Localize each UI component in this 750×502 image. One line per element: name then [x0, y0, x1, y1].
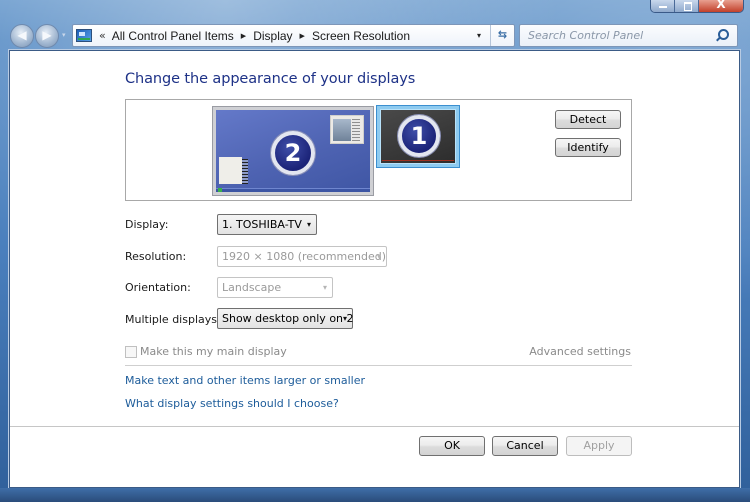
start-button-thumbnail	[218, 188, 222, 192]
close-button[interactable]: X	[699, 0, 743, 12]
chevron-down-icon: ▾	[342, 314, 347, 323]
display-settings-help-link[interactable]: What display settings should I choose?	[125, 397, 339, 410]
maximize-button[interactable]	[675, 0, 699, 12]
chevron-down-icon: ▾	[322, 283, 327, 292]
address-bar[interactable]: « All Control Panel Items ▶ Display ▶ Sc…	[72, 24, 515, 47]
start-menu-thumbnail	[219, 157, 248, 184]
back-arrow-icon: ◀	[17, 28, 27, 42]
window-bottom-border	[0, 488, 750, 502]
content-pane: Change the appearance of your displays 2…	[9, 50, 740, 488]
detect-button[interactable]: Detect	[555, 110, 621, 129]
resolution-select[interactable]: 1920 × 1080 (recommended) ▾	[217, 246, 387, 267]
identify-button[interactable]: Identify	[555, 138, 621, 157]
text-size-link[interactable]: Make text and other items larger or smal…	[125, 374, 365, 387]
search-icon[interactable]	[713, 27, 731, 45]
chevron-down-icon: ▾	[376, 252, 381, 261]
display-select[interactable]: 1. TOSHIBA-TV ▾	[217, 214, 317, 235]
search-box	[519, 24, 738, 47]
advanced-settings-link[interactable]: Advanced settings	[529, 345, 631, 358]
navigation-buttons: ◀ ▶	[10, 24, 59, 48]
breadcrumb-separator-icon[interactable]: ▶	[300, 32, 305, 40]
footer-divider	[10, 426, 739, 427]
breadcrumb-all-control-panel-items[interactable]: All Control Panel Items	[112, 29, 234, 43]
monitor-1[interactable]: 1	[377, 106, 459, 167]
main-display-checkbox-row: Make this my main display	[125, 345, 287, 358]
refresh-icon[interactable]: ⇆	[490, 25, 514, 46]
main-display-checkbox[interactable]	[125, 345, 137, 358]
monitor-edge-line	[382, 160, 454, 161]
orientation-label: Orientation:	[125, 281, 191, 294]
breadcrumb-display[interactable]: Display	[253, 29, 292, 43]
window-thumbnail	[330, 115, 364, 144]
resolution-select-value: 1920 × 1080 (recommended)	[222, 250, 387, 263]
minimize-button[interactable]	[651, 0, 675, 12]
monitor-number-badge: 1	[398, 115, 440, 157]
breadcrumb-separator-icon[interactable]: ▶	[241, 32, 246, 40]
chevron-down-icon: ▾	[306, 220, 311, 229]
multiple-displays-label: Multiple displays:	[125, 313, 221, 326]
monitor-2[interactable]: 2	[213, 107, 373, 195]
forward-arrow-icon: ▶	[42, 28, 52, 42]
search-input[interactable]	[520, 29, 713, 42]
address-dropdown-icon[interactable]: ▾	[468, 31, 490, 40]
apply-button[interactable]: Apply	[566, 436, 632, 456]
taskbar-thumbnail	[216, 188, 370, 192]
monitor-arrangement-area: 2 1 Detect Identify	[125, 99, 632, 201]
close-icon: X	[716, 0, 726, 11]
control-panel-icon	[76, 29, 92, 42]
recent-pages-dropdown[interactable]: ▾	[62, 32, 68, 39]
back-button[interactable]: ◀	[10, 24, 34, 48]
cancel-button[interactable]: Cancel	[492, 436, 558, 456]
multiple-displays-select[interactable]: Show desktop only on 2 ▾	[217, 308, 354, 329]
resolution-label: Resolution:	[125, 250, 187, 263]
breadcrumb-screen-resolution[interactable]: Screen Resolution	[312, 29, 410, 43]
monitor-number-badge: 2	[271, 131, 315, 175]
display-label: Display:	[125, 218, 169, 231]
main-display-checkbox-label: Make this my main display	[140, 345, 287, 358]
forward-button[interactable]: ▶	[35, 24, 59, 48]
page-title: Change the appearance of your displays	[125, 71, 416, 87]
overflow-chevron-icon[interactable]: «	[99, 29, 106, 42]
multiple-displays-select-value: Show desktop only on 2	[222, 312, 354, 325]
divider	[125, 365, 632, 366]
orientation-select[interactable]: Landscape ▾	[217, 277, 333, 298]
display-select-value: 1. TOSHIBA-TV	[222, 218, 302, 231]
orientation-select-value: Landscape	[222, 281, 282, 294]
ok-button[interactable]: OK	[419, 436, 485, 456]
caption-buttons: X	[650, 0, 744, 13]
